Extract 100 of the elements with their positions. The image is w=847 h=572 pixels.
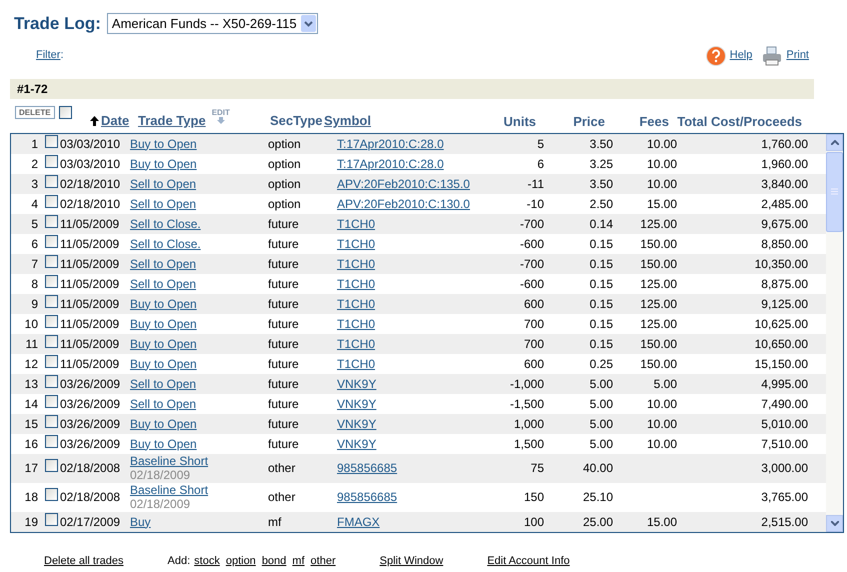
symbol-link[interactable]: VNK9Y xyxy=(337,436,376,450)
checkbox[interactable] xyxy=(45,234,58,248)
checkbox[interactable] xyxy=(45,414,58,428)
symbol-link[interactable]: T1CH0 xyxy=(337,336,376,350)
fees-cell: 150.00 xyxy=(640,356,677,370)
price-cell: 3.50 xyxy=(590,136,613,150)
trade-type-link[interactable]: Sell to Close. xyxy=(130,216,201,230)
price-cell: 0.15 xyxy=(590,296,613,310)
checkbox[interactable] xyxy=(45,374,58,388)
trade-type-link[interactable]: Sell to Open xyxy=(130,176,196,190)
sectype-cell-text: other xyxy=(268,489,296,506)
total-cell: 3,840.00 xyxy=(761,176,808,190)
units-cell: 5 xyxy=(537,136,544,150)
symbol-link[interactable]: T1CH0 xyxy=(337,356,376,370)
symbol-link[interactable]: APV:20Feb2010:C:135.0 xyxy=(337,176,470,190)
checkbox[interactable] xyxy=(45,194,58,208)
checkbox[interactable] xyxy=(58,106,72,119)
checkbox[interactable] xyxy=(45,274,58,288)
trade-type-link[interactable]: Baseline Short xyxy=(130,483,208,497)
row-number: 9 xyxy=(30,296,38,312)
add-link[interactable]: option xyxy=(226,552,256,569)
trade-type-link[interactable]: Sell to Open xyxy=(130,376,196,390)
checkbox[interactable] xyxy=(45,314,58,328)
symbol-link[interactable]: T:17Apr2010:C:28.0 xyxy=(337,136,444,150)
date-column-header[interactable]: Date xyxy=(101,111,130,130)
checkbox[interactable] xyxy=(45,512,58,526)
split-window-link[interactable]: Split Window xyxy=(380,552,444,569)
symbol-link[interactable]: T:17Apr2010:C:28.0 xyxy=(337,156,444,170)
column-header: Units xyxy=(504,114,536,128)
add-link[interactable]: other xyxy=(310,552,336,569)
scroll-thumb[interactable] xyxy=(826,152,843,232)
total-cell: 4,995.00 xyxy=(761,376,808,390)
price-cell: 25.00 xyxy=(582,514,613,528)
trade-type-link[interactable]: Sell to Open xyxy=(130,276,196,290)
add-link[interactable]: bond xyxy=(262,552,286,569)
symbol-link[interactable]: T1CH0 xyxy=(337,276,376,290)
checkbox[interactable] xyxy=(45,459,58,472)
filter-link[interactable]: Filter xyxy=(36,47,60,64)
trade-type-link[interactable]: Buy to Open xyxy=(130,296,197,310)
symbol-column-header[interactable]: Symbol xyxy=(324,113,371,128)
scroll-up-button[interactable] xyxy=(826,134,843,150)
edit-account-link[interactable]: Edit Account Info xyxy=(487,552,570,569)
checkbox[interactable] xyxy=(45,214,58,228)
symbol-link[interactable]: VNK9Y xyxy=(337,416,376,430)
symbol-link[interactable]: VNK9Y xyxy=(337,376,376,390)
trade-type-link[interactable]: Sell to Close. xyxy=(130,236,201,250)
trade-type-column-header[interactable]: Trade Type xyxy=(138,111,206,130)
checkbox[interactable] xyxy=(45,434,58,448)
price-cell: 3.25 xyxy=(590,156,613,170)
delete-all-link[interactable]: Delete all trades xyxy=(44,552,124,569)
trade-type-link[interactable]: Buy to Open xyxy=(130,436,197,450)
total-cell: 3,000.00 xyxy=(761,461,808,475)
trade-type-link[interactable]: Buy to Open xyxy=(130,156,197,170)
sectype-cell-text: future xyxy=(268,256,300,272)
total-cell: 10,650.00 xyxy=(754,336,808,350)
trade-type-link[interactable]: Sell to Open xyxy=(130,396,196,410)
sectype-cell-text: other xyxy=(268,460,296,477)
symbol-link[interactable]: VNK9Y xyxy=(337,396,376,410)
trade-type-link[interactable]: Buy to Open xyxy=(130,336,197,350)
checkbox[interactable] xyxy=(45,154,58,168)
print-link[interactable]: Print xyxy=(786,47,809,64)
symbol-link[interactable]: T1CH0 xyxy=(337,216,376,230)
fees-cell: 125.00 xyxy=(640,296,677,310)
trade-type-link[interactable]: Sell to Open xyxy=(130,256,196,270)
dropdown-caret-icon xyxy=(300,15,316,32)
checkbox[interactable] xyxy=(45,134,58,148)
checkbox[interactable] xyxy=(45,354,58,368)
trade-type-link[interactable]: Buy to Open xyxy=(130,316,197,330)
date-cell-text: 02/18/2010 xyxy=(59,196,122,212)
symbol-link[interactable]: T1CH0 xyxy=(337,256,376,270)
trade-type-link[interactable]: Buy to Open xyxy=(130,356,197,370)
symbol-link[interactable]: 985856685 xyxy=(337,490,398,504)
checkbox[interactable] xyxy=(45,488,58,501)
trade-type-link[interactable]: Baseline Short xyxy=(130,454,208,468)
checkbox[interactable] xyxy=(45,334,58,348)
symbol-link[interactable]: FMAGX xyxy=(337,514,380,528)
checkbox[interactable] xyxy=(45,394,58,408)
units-cell: 1,000 xyxy=(514,416,544,430)
trade-type-link[interactable]: Buy to Open xyxy=(130,136,197,150)
checkbox[interactable] xyxy=(45,174,58,188)
symbol-link[interactable]: T1CH0 xyxy=(337,316,376,330)
symbol-link[interactable]: T1CH0 xyxy=(337,296,376,310)
account-select[interactable]: American Funds -- X50-269-115 xyxy=(106,13,318,34)
fees-cell: 15.00 xyxy=(646,196,677,210)
trade-type-link[interactable]: Buy to Open xyxy=(130,416,197,430)
checkbox[interactable] xyxy=(45,294,58,308)
price-cell: 5.00 xyxy=(590,376,613,390)
trade-type-link[interactable]: Sell to Open xyxy=(130,196,196,210)
add-link[interactable]: stock xyxy=(194,552,220,569)
symbol-link[interactable]: APV:20Feb2010:C:130.0 xyxy=(337,196,470,210)
scrollbar[interactable] xyxy=(826,134,843,532)
symbol-link[interactable]: T1CH0 xyxy=(337,236,376,250)
symbol-link[interactable]: 985856685 xyxy=(337,461,398,475)
row-number: 7 xyxy=(30,256,38,272)
add-link[interactable]: mf xyxy=(292,552,305,569)
help-link[interactable]: Help xyxy=(730,47,752,64)
scroll-down-button[interactable] xyxy=(826,514,843,532)
checkbox[interactable] xyxy=(45,254,58,268)
delete-button[interactable]: DELETE xyxy=(15,106,55,119)
trade-type-link[interactable]: Buy xyxy=(130,514,151,528)
